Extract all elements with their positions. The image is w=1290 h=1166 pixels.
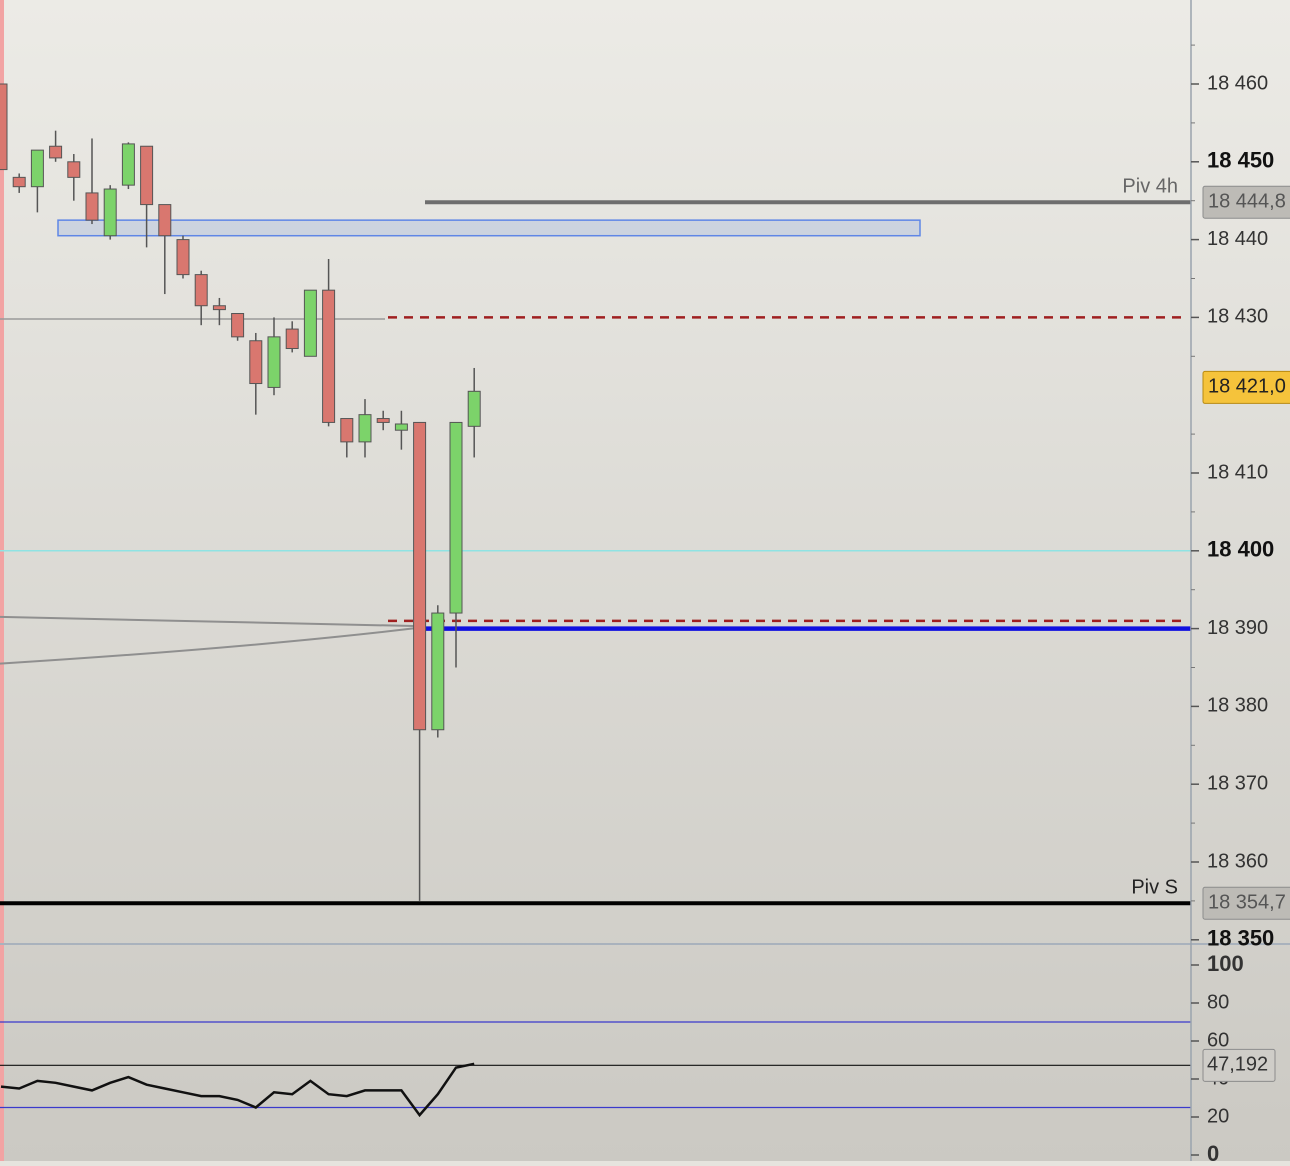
candle-body: [376, 418, 390, 423]
candle-body: [322, 289, 336, 423]
candle-body: [158, 204, 172, 237]
candle-body: [340, 418, 354, 443]
price-tag-label: 18 421,0: [1208, 376, 1286, 398]
osc-axis-tick-label: 0: [1207, 1141, 1219, 1161]
osc-axis-tick-label: 80: [1207, 991, 1229, 1013]
axis-tick-label: 18 450: [1207, 148, 1274, 173]
axis-tick-label: 18 400: [1207, 537, 1274, 562]
price-tag-label: 18 444,8: [1208, 191, 1286, 213]
candle-body: [121, 143, 135, 186]
left-edge-marker: [0, 0, 4, 1161]
candle-body: [358, 414, 372, 443]
candle-body: [267, 336, 281, 388]
candle-body: [67, 161, 81, 178]
candle-body: [176, 239, 190, 276]
candle-body: [103, 188, 117, 237]
candle-body: [449, 421, 463, 614]
candle-body: [303, 289, 317, 357]
trading-chart[interactable]: Piv 4h Piv S 18 460 18 450 18 440 18 430 18 4…: [0, 0, 1290, 1166]
axis-tick-label: 18 350: [1207, 926, 1274, 951]
candle-body: [49, 145, 63, 159]
osc-axis-tick-label: 60: [1207, 1029, 1229, 1051]
osc-axis-tick-label: 20: [1207, 1105, 1229, 1127]
candle-body: [467, 390, 481, 427]
candle-body: [249, 340, 263, 385]
candle-body: [85, 192, 99, 221]
candle-body: [285, 328, 299, 350]
pivot-s-label: Piv S: [1131, 877, 1178, 899]
candle-body: [194, 274, 208, 307]
price-tag-label: 18 354,7: [1208, 892, 1286, 914]
candle-body: [30, 149, 44, 188]
chart-canvas[interactable]: Piv 4h Piv S 18 460 18 450 18 440 18 430 18 4…: [0, 0, 1290, 1166]
axis-tick-label: 18 460: [1207, 72, 1268, 94]
support-zone: [57, 219, 921, 237]
axis-tick-label: 18 410: [1207, 461, 1268, 483]
oscillator-value-label: 47,192: [1207, 1054, 1268, 1076]
candle-body: [394, 423, 408, 431]
candle-body: [12, 176, 26, 188]
pivot-4h-label: Piv 4h: [1122, 176, 1178, 198]
axis-tick-label: 18 440: [1207, 228, 1268, 250]
chart-background: [0, 0, 1290, 1161]
candle-body: [231, 313, 245, 338]
axis-tick-label: 18 390: [1207, 617, 1268, 639]
axis-tick-label: 18 380: [1207, 695, 1268, 717]
candle-body: [431, 612, 445, 731]
candle-body: [212, 305, 226, 311]
candle-body: [413, 421, 427, 731]
candle-body: [140, 145, 154, 206]
axis-tick-label: 18 370: [1207, 772, 1268, 794]
axis-tick-label: 18 360: [1207, 850, 1268, 872]
osc-axis-tick-label: 100: [1207, 951, 1244, 976]
axis-tick-label: 18 430: [1207, 306, 1268, 328]
candle-body: [0, 83, 8, 171]
